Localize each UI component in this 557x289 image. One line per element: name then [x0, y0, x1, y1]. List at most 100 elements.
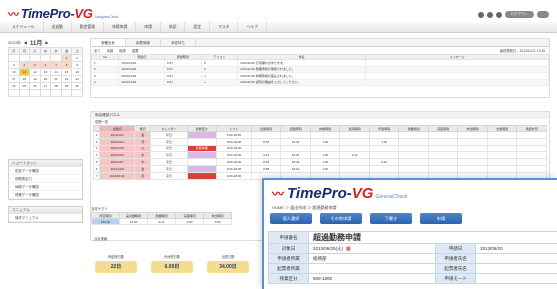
- logout-button[interactable]: ログアウト: [504, 11, 534, 18]
- shortcut-item[interactable]: 残業データ確認: [9, 191, 82, 199]
- calendar-day[interactable]: 16: [71, 68, 83, 76]
- help-icon[interactable]: [495, 11, 502, 18]
- calendar-day[interactable]: 29: [60, 82, 73, 90]
- manual-item[interactable]: 操作マニュアル: [9, 214, 82, 222]
- calendar-day[interactable]: [71, 89, 83, 97]
- select-person-button[interactable]: 個人選択: [270, 213, 312, 224]
- menu-item[interactable]: 設定: [185, 22, 211, 32]
- calendar-day-today[interactable]: 11: [18, 68, 31, 76]
- calendar-day[interactable]: 10: [8, 68, 20, 76]
- app-logo[interactable]: 〰 TimePro-VG NavigatorCloud: [8, 6, 118, 22]
- calendar-day[interactable]: 9: [71, 61, 83, 69]
- calendar-day[interactable]: 21: [50, 75, 62, 83]
- menu-item[interactable]: ヘルプ: [238, 22, 267, 32]
- menu-item[interactable]: 出退勤: [44, 22, 72, 32]
- calendar-day[interactable]: 6: [39, 61, 52, 69]
- cell: [186, 137, 218, 146]
- cell: [486, 131, 518, 139]
- calendar-icon[interactable]: ▦: [346, 246, 351, 252]
- calendar-day[interactable]: 23: [71, 75, 83, 83]
- filter-important[interactable]: 重要: [132, 48, 139, 53]
- filter-read[interactable]: 既読: [119, 48, 126, 53]
- calendar-day[interactable]: 30: [71, 82, 83, 90]
- table-row[interactable]: 5 2013/11/7 木 平日 9:00-18:00 8:49 18:42 1…: [92, 158, 547, 166]
- calendar-day[interactable]: 27: [39, 82, 52, 90]
- calendar-day[interactable]: 24: [8, 82, 20, 90]
- table-row[interactable]: 3 2013/11/5 火 平日 有給休暇 9:00-18:00: [92, 144, 547, 153]
- calendar-day[interactable]: 26: [29, 82, 41, 90]
- table-row[interactable]: 4 2013/11/6 水 平日 9:00-18:00 9:12 18:05 1…: [92, 151, 547, 160]
- calendar-day[interactable]: 8: [60, 61, 73, 69]
- menu-item[interactable]: マスタ: [210, 22, 239, 32]
- calendar-day[interactable]: 19: [29, 75, 41, 83]
- calendar-day[interactable]: [18, 89, 31, 97]
- cell: 2013/11/1: [99, 131, 136, 139]
- calendar-day[interactable]: [60, 89, 73, 97]
- menu-button[interactable]: [537, 11, 549, 18]
- calendar-day[interactable]: 13: [39, 68, 52, 76]
- calendar-day[interactable]: 22: [60, 75, 73, 83]
- settings-icon[interactable]: [477, 11, 484, 18]
- table-row[interactable]: 4 2013/11/19 8:47 ▲ 2013/11/15 遅刻の理由を入力し…: [90, 78, 549, 86]
- calendar-day[interactable]: [8, 54, 20, 62]
- menu-item[interactable]: 休暇申請: [104, 22, 137, 32]
- calendar-day[interactable]: [39, 89, 52, 97]
- main-menu: スケジュール 出退勤 勤怠管理 休暇申請 申請 承認 設定 マスタ ヘルプ: [0, 22, 557, 33]
- calendar-day[interactable]: 5: [29, 61, 41, 69]
- field-label: 申請者氏名: [435, 253, 477, 264]
- draft-button[interactable]: 下書き: [370, 213, 412, 224]
- table-row[interactable]: 6 2013/11/8 金 平日 9:00-18:00 8:58 18:10 1…: [92, 164, 547, 173]
- shortcut-item[interactable]: 休暇データ確認: [9, 183, 82, 191]
- cell: 2013/11/19: [118, 78, 166, 86]
- calendar-day[interactable]: [8, 89, 20, 97]
- calendar-day[interactable]: 25: [18, 82, 31, 90]
- calendar-day[interactable]: 17: [8, 75, 20, 83]
- calendar-day[interactable]: 1: [60, 54, 73, 62]
- cell: 2013/11/8: [99, 164, 136, 173]
- calendar-day[interactable]: [29, 54, 41, 62]
- calendar-day[interactable]: 18: [18, 75, 31, 83]
- table-row[interactable]: 1 2013/11/1 金 平日 9:00-18:00: [92, 131, 547, 139]
- calendar-day[interactable]: 20: [39, 75, 52, 83]
- submit-button[interactable]: 申請: [420, 213, 462, 224]
- menu-item[interactable]: スケジュール: [4, 22, 44, 32]
- tab-new[interactable]: 新着情報: [126, 39, 161, 46]
- user-icon[interactable]: [486, 11, 493, 18]
- shortcut-item[interactable]: 勤務表出力: [9, 175, 82, 183]
- request-mode-field[interactable]: [475, 273, 557, 284]
- target-date-field[interactable]: 2013/06/25(火) ▦: [307, 243, 437, 254]
- filter-all[interactable]: 全て: [94, 48, 101, 53]
- field-label: 申請モード: [435, 273, 477, 284]
- calendar-day[interactable]: 15: [60, 68, 73, 76]
- cell: [368, 151, 400, 160]
- weekday: 金: [60, 47, 73, 55]
- calendar-day[interactable]: 12: [29, 68, 41, 76]
- calendar-day[interactable]: [50, 89, 62, 97]
- calendar-day[interactable]: [39, 54, 52, 62]
- breadcrumb[interactable]: HOME ＞ 届出作成 ＞ 超過勤務申請: [272, 205, 336, 211]
- tab-notice[interactable]: お知らせ: [91, 39, 126, 46]
- calendar-day[interactable]: 4: [18, 61, 31, 69]
- calendar-day[interactable]: [50, 54, 62, 62]
- calendar-day[interactable]: [29, 89, 41, 97]
- table-row[interactable]: 2 2013/11/4 月 平日 9:00-18:00 8:52 19:30 1…: [92, 137, 547, 146]
- calendar-day[interactable]: 28: [50, 82, 62, 90]
- shortcut-item[interactable]: 勤怠データ確認: [9, 167, 82, 175]
- calendar-day[interactable]: 7: [50, 61, 62, 69]
- calendar-day[interactable]: [18, 54, 31, 62]
- overtime-type-field[interactable]: 900-1800: [307, 273, 437, 284]
- menu-item[interactable]: 承認: [161, 22, 186, 32]
- kpi-value: 34.00日: [207, 261, 249, 273]
- menu-item[interactable]: 申請: [136, 22, 161, 32]
- menu-item[interactable]: 勤怠管理: [72, 22, 105, 32]
- tab-pending[interactable]: 承認待ち: [161, 39, 196, 46]
- cell: 9:00-18:00: [216, 151, 252, 160]
- calendar-day[interactable]: 14: [50, 68, 62, 76]
- other-request-button[interactable]: その他申請: [320, 213, 362, 224]
- cell[interactable]: 2013/11/15 遅刻の理由を入力してください。: [237, 78, 367, 86]
- calendar-day[interactable]: 2: [71, 54, 83, 62]
- filter-unread[interactable]: 未読: [107, 48, 114, 53]
- prev-month-button[interactable]: ◀: [24, 40, 27, 45]
- next-month-button[interactable]: ▶: [45, 40, 48, 45]
- calendar-day[interactable]: 3: [8, 61, 20, 69]
